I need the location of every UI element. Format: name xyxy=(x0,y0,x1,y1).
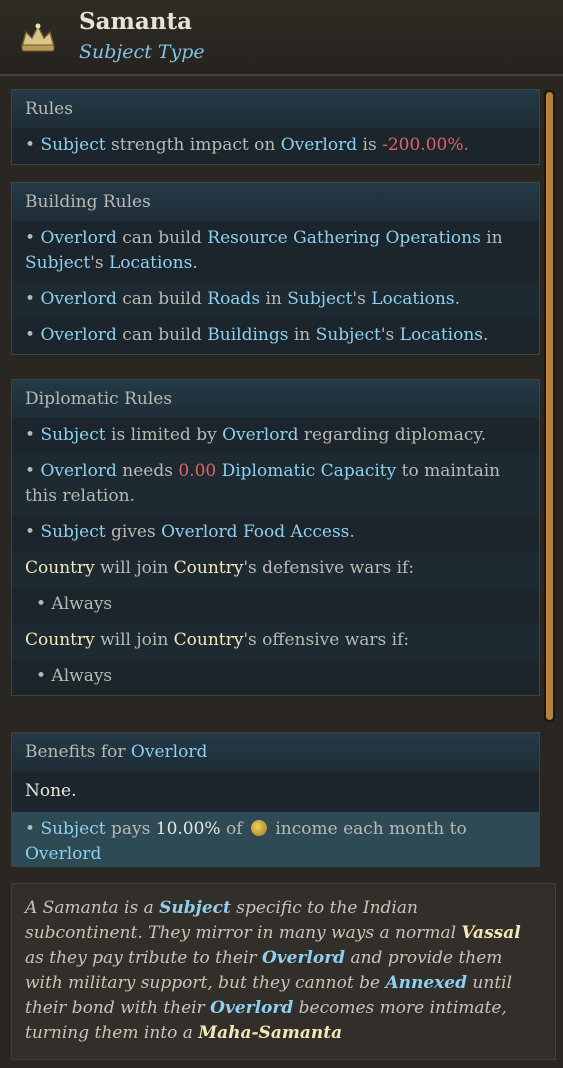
section-heading: Diplomatic Rules xyxy=(12,380,539,418)
section-heading: Building Rules xyxy=(12,183,539,221)
rule-line: • Always xyxy=(36,594,113,614)
benefits-section: Benefits for Overlord None. • Subject pa… xyxy=(11,732,540,867)
description-text: A Samanta is a Subject specific to the I… xyxy=(25,898,521,1043)
rule-line: • Subject strength impact on Overlord is… xyxy=(25,135,469,155)
benefit-line: None. xyxy=(25,781,77,801)
rule-line: • Subject gives Overlord Food Access. xyxy=(25,522,355,542)
gold-coin-icon xyxy=(250,820,267,836)
section-heading: Benefits for Overlord xyxy=(12,733,539,771)
rule-line: Country will join Country's offensive wa… xyxy=(12,623,539,659)
rule-line: • Overlord can build Buildings in Subjec… xyxy=(25,325,489,345)
tooltip-header: Samanta Subject Type xyxy=(0,0,563,76)
rule-line: • Subject is limited by Overlord regardi… xyxy=(25,425,487,445)
subject-type-label: Subject Type xyxy=(79,41,205,63)
section-heading: Rules xyxy=(12,90,539,128)
rule-line: Country will join Country's defensive wa… xyxy=(12,551,539,587)
rule-line: • Always xyxy=(36,666,113,686)
rules-section: Rules • Subject strength impact on Overl… xyxy=(11,89,540,165)
description-box: A Samanta is a Subject specific to the I… xyxy=(11,883,556,1060)
rule-line: • Overlord needs 0.00 Diplomatic Capacit… xyxy=(12,454,539,515)
building-rules-section: Building Rules • Overlord can build Reso… xyxy=(11,182,540,355)
crown-icon xyxy=(21,23,55,52)
rule-line: • Overlord can build Roads in Subject's … xyxy=(12,282,539,318)
diplomatic-rules-section: Diplomatic Rules • Subject is limited by… xyxy=(11,379,540,696)
rule-line: • Overlord can build Resource Gathering … xyxy=(25,228,503,273)
page-title: Samanta xyxy=(79,8,193,35)
rules-scroll-area[interactable]: Rules • Subject strength impact on Overl… xyxy=(0,84,563,867)
benefit-line: • Subject pays 10.00% of income each mon… xyxy=(12,812,539,867)
